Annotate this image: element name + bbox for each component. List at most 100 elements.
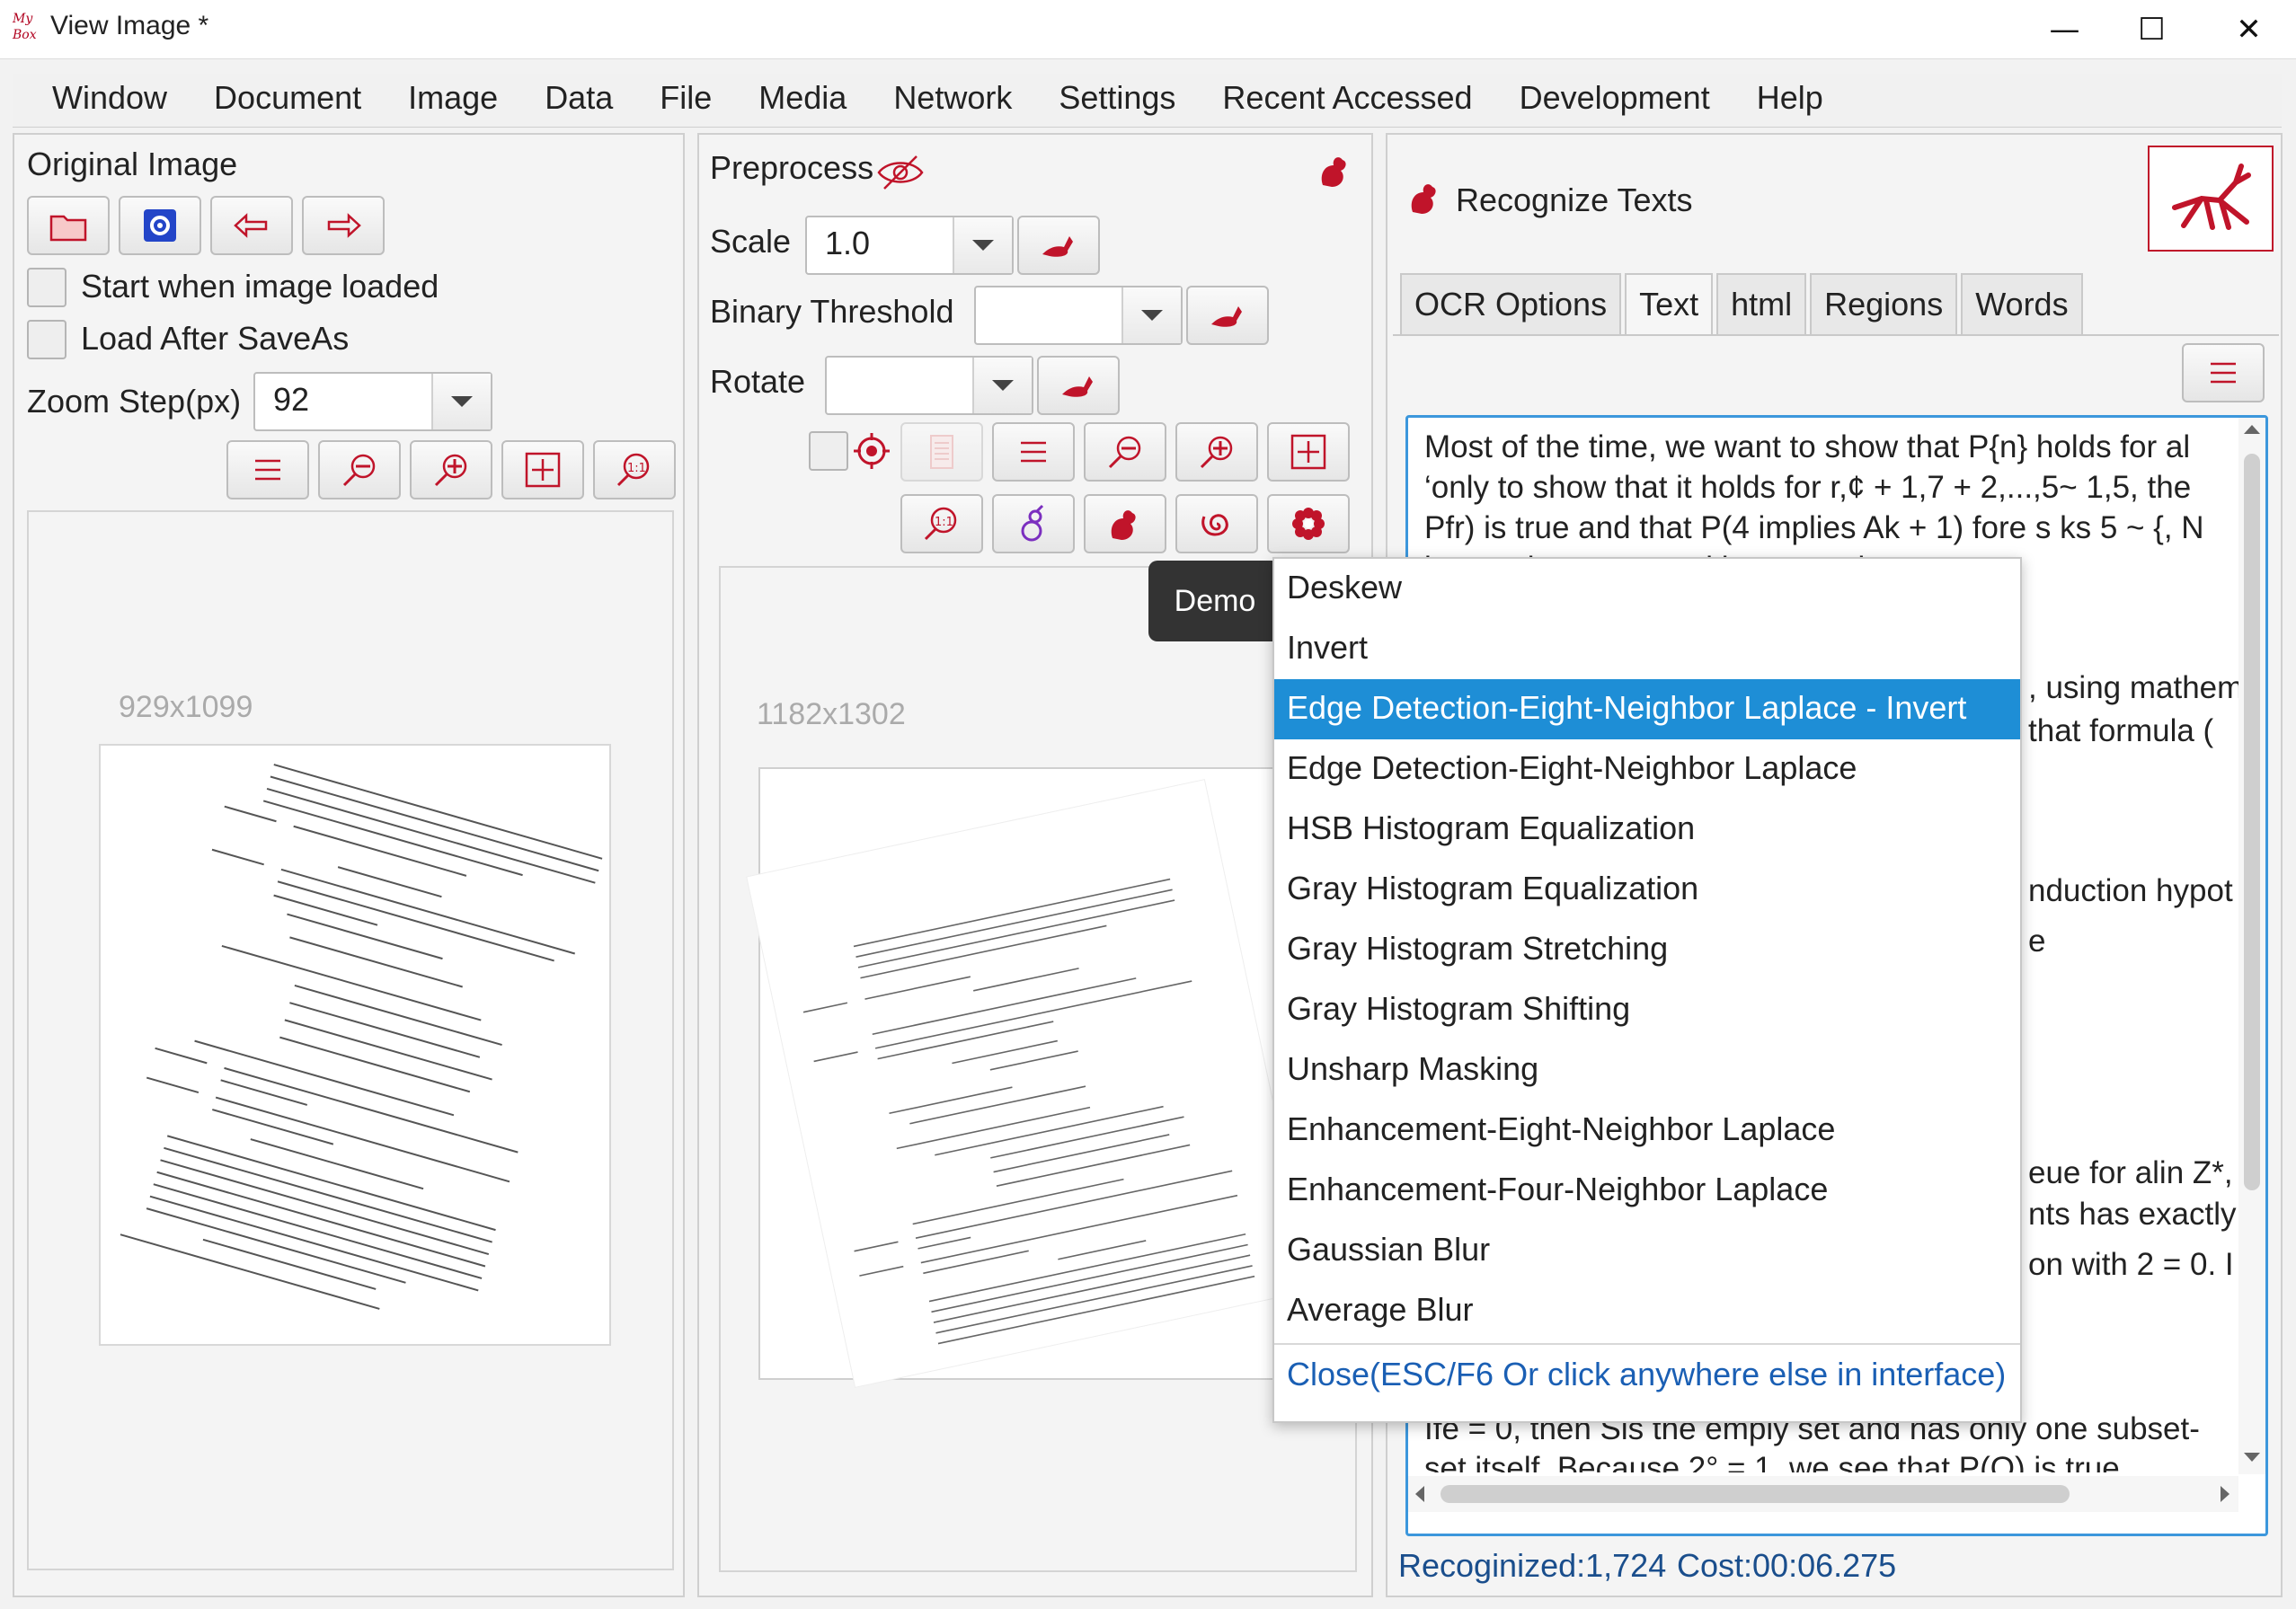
ocr-fragment: on with 2 = 0. I: [2028, 1247, 2234, 1282]
load-after-saveas-checkbox[interactable]: [27, 320, 66, 359]
actual-size-button[interactable]: 1:1: [900, 494, 983, 553]
popup-item[interactable]: Enhancement-Four-Neighbor Laplace: [1274, 1161, 2020, 1221]
tab-regions[interactable]: Regions: [1810, 273, 1958, 334]
previous-button[interactable]: [210, 196, 293, 255]
ocr-line: ‘only to show that it holds for r,¢ + 1,…: [1424, 470, 2192, 505]
vertical-scrollbar[interactable]: [2238, 418, 2265, 1474]
zoom-out-button[interactable]: [1084, 422, 1166, 482]
popup-item[interactable]: Gray Histogram Shifting: [1274, 980, 2020, 1040]
zoom-in-icon: [434, 454, 467, 487]
rooster-button[interactable]: [1084, 494, 1166, 553]
zoom-step-value[interactable]: 92: [255, 374, 431, 429]
demo-tooltip: Demo: [1148, 561, 1281, 641]
popup-item[interactable]: Average Blur: [1274, 1281, 2020, 1341]
binary-threshold-value[interactable]: [976, 287, 1121, 343]
start-when-loaded-label: Start when image loaded: [81, 268, 439, 305]
actual-size-button[interactable]: 1:1: [593, 440, 676, 499]
scale-value[interactable]: 1.0: [807, 217, 953, 273]
popup-item[interactable]: Gaussian Blur: [1274, 1221, 2020, 1281]
ocr-fragment: that formula (: [2028, 713, 2214, 748]
zoom-in-button[interactable]: [1175, 422, 1258, 482]
rotate-apply-button[interactable]: [1037, 356, 1120, 415]
chevron-down-icon[interactable]: [431, 374, 491, 429]
binary-apply-button[interactable]: [1186, 286, 1269, 345]
pane-size-button[interactable]: [2182, 343, 2265, 402]
minimize-button[interactable]: —: [2017, 0, 2112, 59]
menu-development[interactable]: Development: [1496, 74, 1733, 128]
demo-button[interactable]: [1267, 494, 1350, 553]
tab-text[interactable]: Text: [1625, 273, 1714, 334]
zoom-step-combo[interactable]: 92: [253, 372, 492, 431]
binary-threshold-combo[interactable]: [974, 286, 1183, 345]
scroll-up-icon[interactable]: [2244, 425, 2260, 434]
horizontal-scroll-thumb[interactable]: [1441, 1485, 2070, 1503]
original-image-panel: Original Image Start when image loaded L…: [13, 133, 685, 1597]
menu-network[interactable]: Network: [870, 74, 1035, 128]
spiral-button[interactable]: [1175, 494, 1258, 553]
open-file-button[interactable]: [27, 196, 110, 255]
next-button[interactable]: [302, 196, 385, 255]
preprocess-image-viewer[interactable]: 1182x1302: [719, 566, 1357, 1572]
menu-image[interactable]: Image: [385, 74, 521, 128]
original-image-viewer[interactable]: 929x1099: [27, 510, 674, 1570]
scanned-text-image: [101, 746, 609, 1344]
scroll-right-icon[interactable]: [2221, 1486, 2230, 1502]
fit-window-button[interactable]: [1267, 422, 1350, 482]
document-button[interactable]: [900, 422, 983, 482]
menu-file[interactable]: File: [636, 74, 735, 128]
menu-data[interactable]: Data: [521, 74, 636, 128]
menu-document[interactable]: Document: [191, 74, 385, 128]
vertical-scroll-thumb[interactable]: [2244, 454, 2260, 1190]
popup-item[interactable]: Gray Histogram Equalization: [1274, 860, 2020, 920]
popup-item[interactable]: Invert: [1274, 619, 2020, 679]
rotate-label: Rotate: [710, 363, 806, 400]
folder-icon: [49, 215, 87, 242]
zoom-in-button[interactable]: [410, 440, 492, 499]
horizontal-scrollbar[interactable]: [1408, 1476, 2238, 1512]
zoom-out-button[interactable]: [318, 440, 401, 499]
chevron-down-icon[interactable]: [972, 358, 1032, 413]
fit-window-button[interactable]: [501, 440, 584, 499]
actual-size-icon: 1:1: [924, 507, 957, 541]
recognize-title: Recognize Texts: [1456, 181, 1693, 218]
popup-item[interactable]: Unsharp Masking: [1274, 1040, 2020, 1101]
menu-media[interactable]: Media: [735, 74, 870, 128]
menu-help[interactable]: Help: [1733, 74, 1847, 128]
popup-item-selected[interactable]: Edge Detection-Eight-Neighbor Laplace - …: [1274, 679, 2020, 739]
options-button[interactable]: [119, 196, 201, 255]
close-window-button[interactable]: ✕: [2202, 0, 2296, 59]
start-when-loaded-checkbox[interactable]: [27, 268, 66, 307]
rotate-combo[interactable]: [825, 356, 1033, 415]
pane-size-button[interactable]: [226, 440, 309, 499]
menu-settings[interactable]: Settings: [1035, 74, 1199, 128]
scroll-left-icon[interactable]: [1415, 1486, 1424, 1502]
popup-close-link[interactable]: Close(ESC/F6 Or click anywhere else in i…: [1274, 1343, 2020, 1411]
recognize-button[interactable]: [2148, 146, 2274, 252]
pane-size-icon: [255, 459, 280, 481]
pick-color-checkbox[interactable]: [809, 431, 848, 471]
popup-item[interactable]: Enhancement-Eight-Neighbor Laplace: [1274, 1101, 2020, 1161]
tab-words[interactable]: Words: [1961, 273, 2083, 334]
scale-apply-button[interactable]: [1017, 216, 1100, 275]
scale-combo[interactable]: 1.0: [805, 216, 1014, 275]
target-icon[interactable]: [850, 429, 893, 473]
scroll-down-icon[interactable]: [2244, 1453, 2260, 1462]
chevron-down-icon[interactable]: [953, 217, 1012, 273]
hide-eye-icon[interactable]: [875, 153, 926, 192]
popup-item[interactable]: Edge Detection-Eight-Neighbor Laplace: [1274, 739, 2020, 800]
bird-icon: [1042, 236, 1073, 257]
tab-html[interactable]: html: [1716, 273, 1807, 334]
rooster-icon[interactable]: [1314, 149, 1353, 192]
rotated-page: [747, 780, 1313, 1387]
popup-item[interactable]: HSB Histogram Equalization: [1274, 800, 2020, 860]
rotate-value[interactable]: [827, 358, 972, 413]
chevron-down-icon[interactable]: [1121, 287, 1181, 343]
menu-window[interactable]: Window: [13, 74, 191, 128]
popup-item[interactable]: Gray Histogram Stretching: [1274, 920, 2020, 980]
gourd-button[interactable]: [992, 494, 1075, 553]
tab-ocr-options[interactable]: OCR Options: [1400, 273, 1622, 334]
maximize-button[interactable]: ☐: [2105, 0, 2199, 59]
menu-recent-accessed[interactable]: Recent Accessed: [1199, 74, 1495, 128]
popup-item[interactable]: Deskew: [1274, 559, 2020, 619]
pane-size-button[interactable]: [992, 422, 1075, 482]
